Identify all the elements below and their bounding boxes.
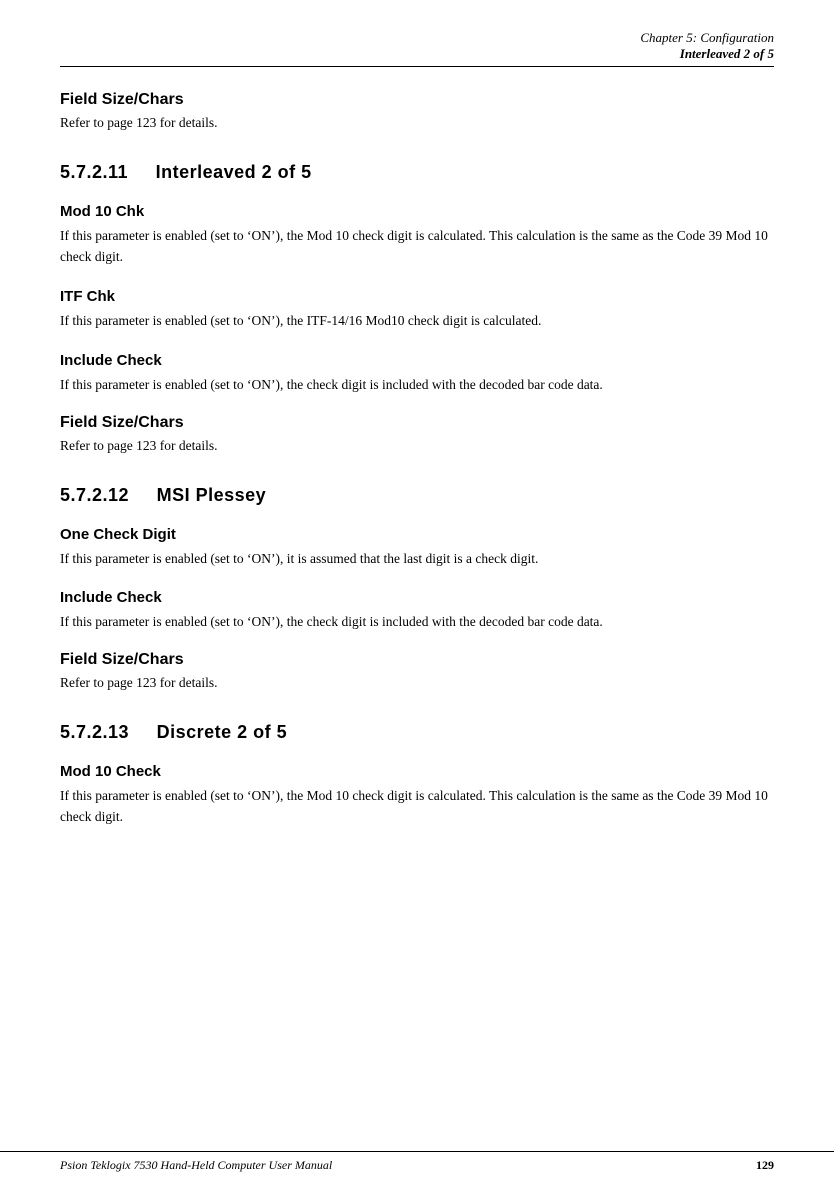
mod10check-body: If this parameter is enabled (set to ‘ON… — [60, 786, 774, 828]
include-check-heading-2: Include Check — [60, 589, 774, 606]
subsection-mod10check: Mod 10 Check If this parameter is enable… — [60, 763, 774, 828]
header-section: Interleaved 2 of 5 — [60, 46, 774, 62]
mod10check-heading: Mod 10 Check — [60, 763, 774, 780]
one-check-digit-body: If this parameter is enabled (set to ‘ON… — [60, 549, 774, 570]
field-size-heading-3: Field Size/Chars — [60, 651, 774, 669]
page: Chapter 5: Configuration Interleaved 2 o… — [0, 0, 834, 1197]
footer-title: Psion Teklogix 7530 Hand-Held Computer U… — [60, 1158, 332, 1173]
itfchk-heading: ITF Chk — [60, 288, 774, 305]
subsection-one-check-digit: One Check Digit If this parameter is ena… — [60, 526, 774, 570]
one-check-digit-heading: One Check Digit — [60, 526, 774, 543]
numbered-heading-1: 5.7.2.11 Interleaved 2 of 5 — [60, 162, 774, 183]
include-check-heading-1: Include Check — [60, 352, 774, 369]
itfchk-body: If this parameter is enabled (set to ‘ON… — [60, 311, 774, 332]
mod10chk-heading: Mod 10 Chk — [60, 203, 774, 220]
subsection-mod10chk: Mod 10 Chk If this parameter is enabled … — [60, 203, 774, 268]
section-5-7-2-13: 5.7.2.13 Discrete 2 of 5 Mod 10 Check If… — [60, 722, 774, 828]
section-5-7-2-11: 5.7.2.11 Interleaved 2 of 5 Mod 10 Chk I… — [60, 162, 774, 457]
header-chapter: Chapter 5: Configuration — [60, 30, 774, 46]
field-size-heading-1: Field Size/Chars — [60, 91, 774, 109]
section-5-7-2-12: 5.7.2.12 MSI Plessey One Check Digit If … — [60, 485, 774, 695]
field-size-body-1: Refer to page 123 for details. — [60, 113, 774, 134]
page-footer: Psion Teklogix 7530 Hand-Held Computer U… — [0, 1151, 834, 1173]
footer-page-number: 129 — [756, 1158, 774, 1173]
include-check-body-2: If this parameter is enabled (set to ‘ON… — [60, 612, 774, 633]
subsection-itfchk: ITF Chk If this parameter is enabled (se… — [60, 288, 774, 332]
field-size-body-2: Refer to page 123 for details. — [60, 436, 774, 457]
field-size-heading-2: Field Size/Chars — [60, 414, 774, 432]
subsection-field-size-3: Field Size/Chars Refer to page 123 for d… — [60, 651, 774, 694]
include-check-body-1: If this parameter is enabled (set to ‘ON… — [60, 375, 774, 396]
page-header: Chapter 5: Configuration Interleaved 2 o… — [60, 30, 774, 67]
numbered-heading-2: 5.7.2.12 MSI Plessey — [60, 485, 774, 506]
mod10chk-body: If this parameter is enabled (set to ‘ON… — [60, 226, 774, 268]
field-size-body-3: Refer to page 123 for details. — [60, 673, 774, 694]
subsection-include-check-1: Include Check If this parameter is enabl… — [60, 352, 774, 396]
numbered-heading-3: 5.7.2.13 Discrete 2 of 5 — [60, 722, 774, 743]
subsection-field-size-2: Field Size/Chars Refer to page 123 for d… — [60, 414, 774, 457]
subsection-include-check-2: Include Check If this parameter is enabl… — [60, 589, 774, 633]
section-field-size-1: Field Size/Chars Refer to page 123 for d… — [60, 91, 774, 134]
